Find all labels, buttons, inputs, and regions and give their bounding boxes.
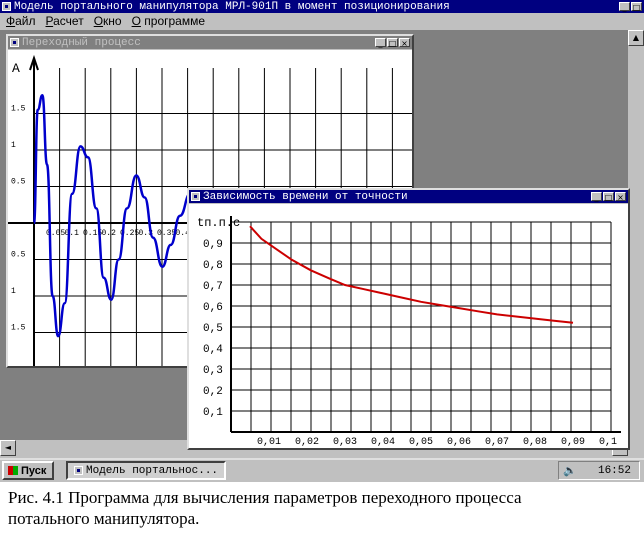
y-tick-label: 0,5	[203, 323, 223, 335]
figure-caption: Рис. 4.1 Программа для вычисления параме…	[8, 487, 640, 529]
x-tick-label: 0,08	[523, 437, 547, 448]
scroll-left-icon[interactable]: ◄	[0, 440, 16, 456]
x-tick-label: 0,1	[599, 437, 617, 448]
y-tick-label: 0,8	[203, 260, 223, 272]
minimize-icon[interactable]: _	[619, 2, 630, 12]
menu-calc[interactable]: Расчет	[46, 14, 84, 28]
y-tick-label: 0,1	[203, 407, 223, 419]
mdi-vertical-scrollbar[interactable]: ▲	[628, 30, 644, 440]
scroll-up-icon[interactable]: ▲	[628, 30, 644, 46]
main-titlebar[interactable]: Модель портального манипулятора МРЛ-901П…	[0, 0, 644, 13]
y-tick-label: 0,4	[203, 344, 223, 356]
system-tray: 🔈 16:52	[558, 461, 640, 480]
child-app-icon[interactable]	[10, 38, 19, 47]
accuracy-window[interactable]: Зависимость времени от точности _ □ × tп…	[187, 188, 630, 450]
x-tick-label: 0,01	[257, 437, 281, 448]
start-label: Пуск	[21, 464, 47, 477]
maximize-icon[interactable]: □	[603, 192, 614, 202]
x-tick-label: 0,04	[371, 437, 395, 448]
y-tick-label: 1.5	[11, 324, 26, 333]
y-tick-label: 0,2	[203, 386, 223, 398]
caption-line-2: потального манипулятора.	[8, 509, 200, 528]
x-tick-label: 0,03	[333, 437, 357, 448]
x-tick-label: 0,05	[409, 437, 433, 448]
clock: 16:52	[597, 464, 631, 477]
maximize-icon[interactable]: □	[387, 38, 398, 48]
y-tick-label: 1.5	[11, 105, 26, 114]
main-window-controls: _ □	[619, 2, 642, 12]
x-tick-label: 0.2	[102, 229, 117, 238]
x-tick-label: 0,02	[295, 437, 319, 448]
y-axis-label: A	[12, 61, 20, 76]
y-tick-label: 0,7	[203, 281, 223, 293]
y-tick-label: 0.5	[11, 178, 26, 187]
speaker-icon[interactable]: 🔈	[563, 464, 577, 477]
minimize-icon[interactable]: _	[375, 38, 386, 48]
y-tick-label: 0.5	[11, 251, 26, 260]
accuracy-plot-area: tп.п.с 0,9 0,8 0,7 0,6 0,5 0,4 0,3 0,2 0,1 0,01 0,0…	[189, 204, 628, 448]
transient-title: Переходный процесс	[22, 36, 141, 49]
close-icon[interactable]: ×	[615, 192, 626, 202]
main-title: Модель портального манипулятора МРЛ-901П…	[14, 0, 450, 13]
app-icon[interactable]	[2, 2, 11, 11]
close-icon[interactable]: ×	[399, 38, 410, 48]
accuracy-window-controls: _ □ ×	[591, 192, 626, 202]
accuracy-title: Зависимость времени от точности	[203, 190, 408, 203]
task-app-icon	[74, 466, 83, 475]
windows-logo-icon	[8, 466, 18, 475]
menu-window[interactable]: Окно	[94, 14, 122, 28]
accuracy-titlebar[interactable]: Зависимость времени от точности _ □ ×	[189, 190, 628, 203]
y-tick-label: 1	[11, 287, 16, 296]
x-tick-label: 0.1	[65, 229, 80, 238]
y-tick-label: 0,9	[203, 239, 223, 251]
y-axis-label: tп.п.с	[197, 216, 240, 230]
y-tick-label: 0,3	[203, 365, 223, 377]
maximize-icon[interactable]: □	[631, 2, 642, 12]
x-tick-label: 0,06	[447, 437, 471, 448]
y-tick-label: 1	[11, 141, 16, 150]
taskbar: Пуск Модель портальнос... 🔈 16:52	[0, 458, 644, 482]
start-button[interactable]: Пуск	[2, 461, 54, 480]
caption-line-1: Рис. 4.1 Программа для вычисления параме…	[8, 488, 522, 507]
menu-about[interactable]: О программе	[132, 14, 205, 28]
task-button[interactable]: Модель портальнос...	[66, 461, 226, 480]
task-label: Модель портальнос...	[86, 464, 219, 477]
y-tick-label: 0,6	[203, 302, 223, 314]
transient-window-controls: _ □ ×	[375, 38, 410, 48]
x-tick-label: 0,09	[561, 437, 585, 448]
x-tick-label: 0,07	[485, 437, 509, 448]
menu-file[interactable]: Файл	[6, 14, 36, 28]
minimize-icon[interactable]: _	[591, 192, 602, 202]
menu-bar: Файл Расчет Окно О программе	[0, 13, 644, 29]
accuracy-chart: tп.п.с 0,9 0,8 0,7 0,6 0,5 0,4 0,3 0,2 0,1 0,01 0,0…	[197, 216, 621, 448]
child-app-icon[interactable]	[191, 192, 200, 201]
transient-titlebar[interactable]: Переходный процесс _ □ ×	[8, 36, 412, 49]
